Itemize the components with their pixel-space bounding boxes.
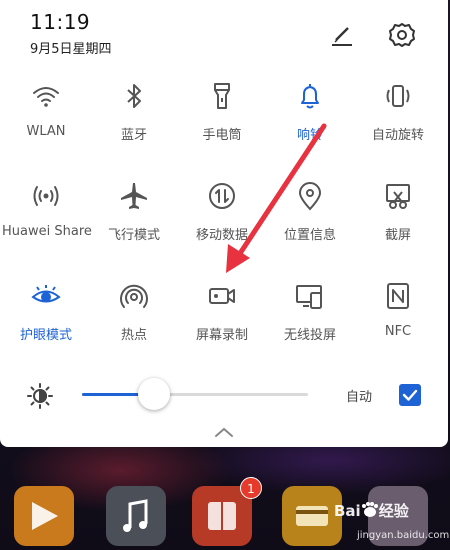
- screenshot-icon: [382, 180, 414, 212]
- toggle-nfc[interactable]: NFC: [354, 272, 442, 368]
- clock-date: 9月5日星期四: [30, 42, 112, 57]
- watermark-logo: Bai 经验: [334, 502, 409, 520]
- edit-pencil-icon[interactable]: [327, 20, 357, 50]
- toggle-hotspot[interactable]: 热点: [90, 272, 178, 368]
- share-icon: [30, 180, 62, 212]
- app-icon-wallet[interactable]: [282, 486, 342, 546]
- hotspot-icon: [118, 280, 150, 312]
- wireless-projection-icon: [294, 280, 326, 312]
- toggle-ringer[interactable]: 响铃: [266, 72, 354, 168]
- toggle-flashlight[interactable]: 手电筒: [178, 72, 266, 168]
- toggle-huawei-share[interactable]: Huawei Share: [2, 172, 92, 268]
- toggle-location[interactable]: 位置信息: [266, 172, 354, 268]
- clock-time: 11:19: [30, 10, 91, 34]
- rotate-icon: [382, 80, 414, 112]
- brightness-slider-thumb[interactable]: [138, 378, 171, 410]
- toggle-bluetooth[interactable]: 蓝牙: [90, 72, 178, 168]
- bell-icon: [294, 80, 326, 112]
- wifi-icon: [30, 80, 62, 112]
- app-icon-music[interactable]: [106, 486, 166, 546]
- watermark-url: jingyan.baidu.com: [357, 530, 450, 541]
- toggle-airplane-mode[interactable]: 飞行模式: [90, 172, 178, 268]
- toggle-wlan[interactable]: WLAN: [2, 72, 90, 168]
- brightness-slider-track[interactable]: [82, 393, 308, 396]
- eye-icon: [30, 280, 62, 312]
- auto-brightness-checkbox[interactable]: [399, 384, 421, 406]
- location-icon: [294, 180, 326, 212]
- airplane-icon: [118, 180, 150, 212]
- nfc-icon: [382, 280, 414, 312]
- notification-badge: 1: [240, 477, 262, 499]
- bluetooth-icon: [118, 80, 150, 112]
- toggle-screenshot[interactable]: 截屏: [354, 172, 442, 268]
- quick-toggle-grid: WLAN 蓝牙 手电筒 响铃 自动旋转 Huawei Share 飞行模式 移动…: [0, 72, 440, 372]
- brightness-sun-icon: [26, 382, 54, 410]
- app-icon-video[interactable]: [14, 486, 74, 546]
- toggle-auto-rotate[interactable]: 自动旋转: [354, 72, 442, 168]
- mobile-data-icon: [206, 180, 238, 212]
- auto-brightness-label: 自动: [346, 390, 373, 405]
- flashlight-icon: [206, 80, 238, 112]
- brightness-control: 自动: [0, 372, 448, 418]
- toggle-eye-comfort[interactable]: 护眼模式: [2, 272, 90, 368]
- expand-chevron-icon[interactable]: [212, 424, 236, 438]
- toggle-screen-record[interactable]: 屏幕录制: [178, 272, 266, 368]
- toggle-wireless-projection[interactable]: 无线投屏: [266, 272, 354, 368]
- quick-settings-panel: 11:19 9月5日星期四 WLAN 蓝牙 手电筒 响铃 自动旋转 Huawei…: [0, 0, 448, 447]
- gear-icon[interactable]: [387, 20, 417, 50]
- screen-record-icon: [206, 280, 238, 312]
- toggle-mobile-data[interactable]: 移动数据: [178, 172, 266, 268]
